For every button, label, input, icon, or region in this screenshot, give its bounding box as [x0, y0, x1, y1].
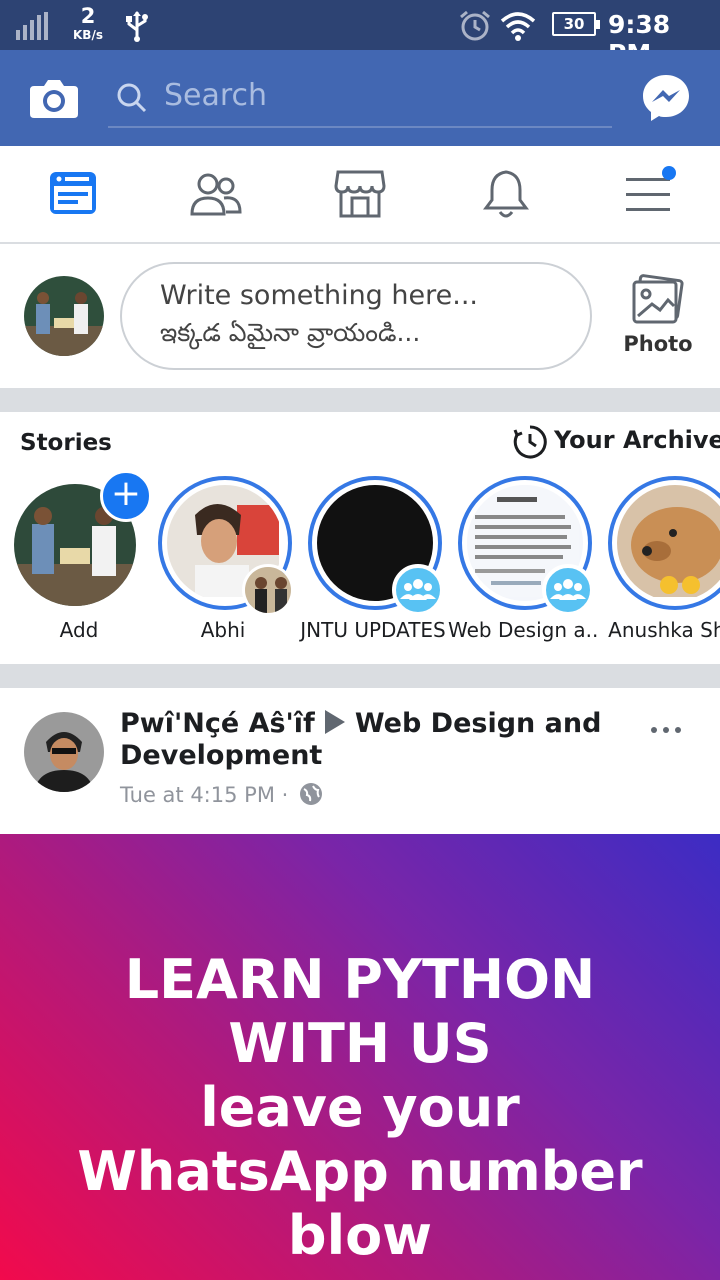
search-bar[interactable]: Search — [108, 66, 612, 128]
story-label: Anushka She — [608, 618, 720, 642]
messenger-icon[interactable] — [640, 72, 692, 124]
photo-button[interactable]: Photo — [618, 274, 698, 364]
notification-dot — [662, 166, 676, 180]
search-input[interactable]: Search — [164, 78, 267, 113]
archive-label: Your Archive — [554, 426, 720, 454]
story-item[interactable]: Web Design a... — [448, 476, 598, 646]
story-add[interactable]: + Add — [4, 470, 152, 646]
story-label: Web Design a... — [448, 618, 598, 642]
group-icon — [392, 564, 444, 616]
post-meta: Tue at 4:15 PM · — [120, 782, 323, 807]
bell-icon[interactable] — [478, 166, 534, 222]
post-image[interactable]: LEARN PYTHON WITH US leave your WhatsApp… — [0, 834, 720, 1280]
status-bar: 2 KB/s 30 9:38 PM — [0, 0, 720, 68]
compose-placeholder-te: ఇక్కడ ఏమైనా వ్రాయండి... — [160, 318, 421, 347]
story-ring — [608, 476, 720, 610]
avatar — [242, 564, 294, 616]
post-title: Pwî'Nçé Aŝ'îf Web Design and Development — [120, 708, 640, 772]
alarm-icon — [460, 10, 490, 41]
banner-line2: leave your WhatsApp number blow — [77, 1076, 643, 1267]
network-speed: 2 KB/s — [68, 4, 108, 42]
story-item[interactable]: Abhi — [148, 476, 294, 646]
tab-bar — [0, 146, 720, 244]
divider — [0, 388, 720, 412]
feed-icon[interactable] — [46, 166, 102, 222]
search-icon — [117, 83, 147, 113]
more-options-icon[interactable] — [646, 708, 690, 752]
story-label: JNTU UPDATES — [300, 618, 446, 642]
add-story-plus-icon[interactable]: + — [100, 470, 152, 522]
stories-title: Stories — [20, 430, 112, 456]
avatar[interactable] — [24, 712, 104, 792]
photo-icon — [632, 274, 684, 324]
composer: Write something here... ఇక్కడ ఏమైనా వ్రా… — [0, 244, 720, 388]
usb-icon — [126, 11, 148, 42]
post-author[interactable]: Pwî'Nçé Aŝ'îf — [120, 708, 315, 739]
story-label: Abhi — [200, 618, 246, 642]
globe-icon — [299, 783, 322, 805]
banner-line1: LEARN PYTHON WITH US — [124, 948, 596, 1075]
story-item[interactable]: Anushka She — [598, 476, 720, 646]
signal-icon — [16, 12, 48, 40]
story-item[interactable]: JNTU UPDATES — [298, 476, 446, 646]
story-label: Add — [59, 618, 99, 642]
compose-placeholder-en: Write something here... — [160, 280, 478, 311]
divider — [0, 664, 720, 688]
post-header: Pwî'Nçé Aŝ'îf Web Design and Development … — [0, 688, 720, 834]
group-icon — [542, 564, 594, 616]
avatar[interactable] — [24, 276, 104, 356]
stories-section: Stories Your Archive + Add Abhi JNTU UPD… — [0, 412, 720, 664]
store-icon[interactable] — [332, 166, 388, 222]
top-header: Search — [0, 50, 720, 146]
archive-clock-icon — [513, 425, 547, 459]
post-image-text: LEARN PYTHON WITH US leave your WhatsApp… — [40, 948, 680, 1268]
net-speed-value: 2 — [80, 4, 96, 28]
compose-input[interactable]: Write something here... ఇక్కడ ఏమైనా వ్రా… — [120, 262, 592, 370]
hamburger-icon[interactable] — [622, 166, 678, 222]
post-time[interactable]: Tue at 4:15 PM · — [120, 783, 288, 807]
wifi-icon — [500, 12, 536, 41]
battery-icon: 30 — [552, 12, 600, 36]
camera-icon[interactable] — [28, 72, 80, 124]
net-speed-unit: KB/s — [73, 28, 103, 42]
photo-label: Photo — [623, 332, 693, 356]
friends-icon[interactable] — [188, 166, 244, 222]
arrow-right-icon — [324, 710, 345, 734]
